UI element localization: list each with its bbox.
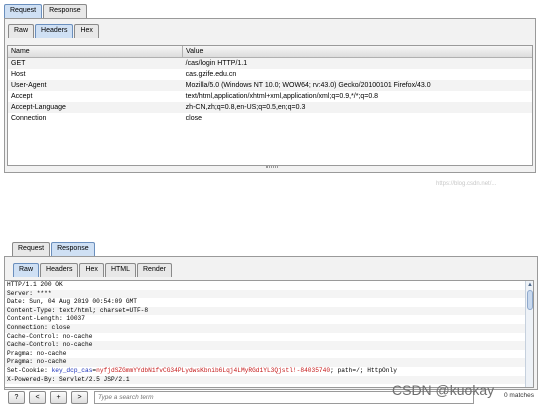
tab-html[interactable]: HTML	[104, 263, 136, 277]
tab-raw[interactable]: Raw	[8, 24, 35, 38]
header-name: GET	[11, 60, 26, 67]
tab-response[interactable]: Response	[51, 242, 95, 256]
response-line: Connection: close	[5, 323, 533, 333]
header-value: close	[185, 115, 203, 122]
response-outer-tabs: Request Response	[12, 242, 96, 256]
response-line: Cache-Control: no-cache	[5, 341, 533, 350]
header-value: /cas/login HTTP/1.1	[185, 60, 248, 67]
vertical-scrollbar[interactable]: ▲	[525, 281, 533, 387]
response-line: Content-Length: 10037	[7, 315, 85, 323]
response-line: Content-Type: text/html; charset=UTF-8	[5, 306, 533, 316]
response-line: Pragma: no-cache	[5, 358, 533, 367]
header-value: Mozilla/5.0 (Windows NT 10.0; WOW64; rv:…	[185, 82, 431, 89]
cookie-prefix: Set-Cookie:	[7, 366, 52, 374]
raw-response-text[interactable]: HTTP/1.1 200 OK Server: **** Date: Sun, …	[4, 280, 534, 388]
resize-handle[interactable]	[266, 166, 278, 168]
tab-raw[interactable]: Raw	[13, 263, 40, 277]
table-header: Name Value	[8, 46, 532, 58]
request-outer-tabs: Request Response	[4, 4, 88, 18]
tab-hex[interactable]: Hex	[79, 263, 104, 277]
table-row[interactable]: Host cas.gzife.edu.cn	[8, 69, 532, 80]
header-name: Accept	[11, 93, 33, 100]
header-name: User-Agent	[11, 82, 47, 89]
response-inner-tabs: Raw Headers Hex HTML Render	[13, 263, 173, 277]
faint-caption: https://blog.csdn.net/...	[436, 181, 497, 187]
table-row[interactable]: User-Agent Mozilla/5.0 (Windows NT 10.0; …	[8, 80, 532, 91]
response-line: Pragma: no-cache	[7, 349, 67, 357]
scrollbar-thumb[interactable]	[527, 290, 533, 310]
table-row[interactable]: Accept text/html,application/xhtml+xml,ap…	[8, 91, 532, 102]
table-body: GET/cas/login HTTP/1.1 Host cas.gzife.edu…	[8, 58, 532, 124]
header-value: cas.gzife.edu.cn	[185, 71, 237, 78]
table-row[interactable]: Connection close	[8, 113, 532, 124]
cookie-value: nyfjdSZGmmYYdbN1fvCG34PLydwsKbnib6Lqj4LM…	[96, 366, 331, 374]
cookie-suffix: ; path=/; HttpOnly	[330, 366, 397, 374]
search-options-button[interactable]: +	[50, 390, 67, 404]
tab-hex[interactable]: Hex	[74, 24, 99, 38]
header-name: Host	[11, 71, 26, 78]
tab-response[interactable]: Response	[43, 4, 87, 18]
response-line: Date: Sun, 04 Aug 2019 00:54:09 GMT	[7, 298, 137, 306]
header-name: Accept-Language	[11, 104, 66, 111]
set-cookie-line: Set-Cookie: key_dcp_cas=nyfjdSZGmmYYdbN1…	[5, 367, 533, 376]
table-row[interactable]: Accept-Language zh-CN,zh;q=0.8,en-US;q=0.…	[8, 102, 532, 113]
tab-request[interactable]: Request	[12, 242, 51, 256]
header-value: text/html,application/xhtml+xml,applicat…	[185, 93, 379, 100]
help-button[interactable]: ?	[8, 390, 25, 404]
request-inner-tabs: Raw Headers Hex	[8, 24, 100, 38]
next-match-button[interactable]: >	[71, 390, 88, 404]
match-count: 0 matches	[504, 392, 534, 399]
tab-request[interactable]: Request	[4, 4, 43, 18]
response-line: HTTP/1.1 200 OK	[7, 281, 63, 288]
request-panel: Request Response Raw Headers Hex Name Va…	[0, 0, 541, 190]
watermark: CSDN @kuokay	[392, 382, 495, 398]
previous-match-button[interactable]: <	[29, 390, 46, 404]
column-header-name[interactable]: Name	[8, 46, 183, 57]
table-row[interactable]: GET/cas/login HTTP/1.1	[8, 58, 532, 69]
header-value: zh-CN,zh;q=0.8,en-US;q=0.5,en;q=0.3	[185, 104, 306, 111]
column-header-value[interactable]: Value	[183, 46, 203, 57]
tab-render[interactable]: Render	[137, 263, 172, 277]
header-name: Connection	[11, 115, 47, 122]
tab-headers[interactable]: Headers	[35, 24, 74, 38]
cookie-name: key_dcp_cas	[51, 366, 93, 374]
response-line: Server: ****	[5, 289, 533, 299]
scroll-up-arrow-icon[interactable]: ▲	[526, 281, 533, 289]
response-line: Cache-Control: no-cache	[7, 332, 93, 340]
tab-headers[interactable]: Headers	[40, 263, 79, 277]
headers-table: Name Value GET/cas/login HTTP/1.1 Host ca…	[7, 45, 533, 166]
